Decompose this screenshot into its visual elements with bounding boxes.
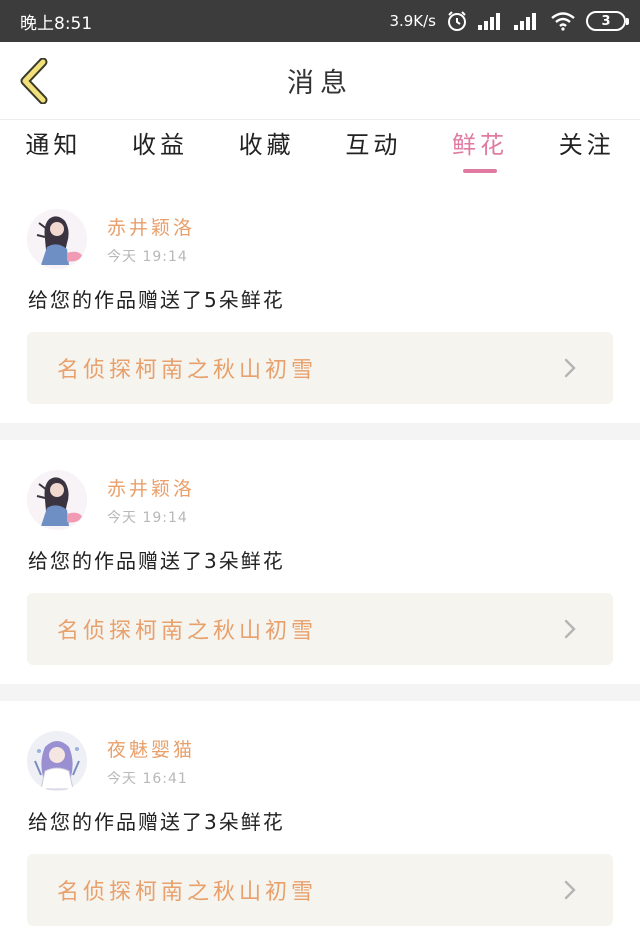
user-meta: 赤井颖洛 今天 19:14 — [107, 213, 195, 266]
tab-label: 关注 — [558, 131, 615, 159]
work-title: 名侦探柯南之秋山初雪 — [57, 358, 318, 383]
message-text: 给您的作品赠送了3朵鲜花 — [28, 810, 285, 834]
page-title: 消息 — [287, 68, 353, 99]
user-info[interactable]: 赤井颖洛 今天 19:14 — [27, 470, 195, 530]
tab-flowers[interactable]: 鲜花 — [427, 121, 534, 179]
alarm-icon — [446, 10, 468, 32]
net-speed: 3.9K/s — [389, 12, 436, 30]
signal-icon — [478, 12, 504, 30]
username[interactable]: 赤井颖洛 — [107, 213, 195, 240]
list-item: 夜魅婴猫 今天 16:41 给您的作品赠送了3朵鲜花 名侦探柯南之秋山初雪 — [0, 701, 640, 942]
tab-favorites[interactable]: 收藏 — [213, 121, 320, 179]
tab-label: 通知 — [25, 131, 82, 159]
tab-label: 收藏 — [238, 131, 295, 159]
timestamp: 今天 19:14 — [107, 248, 188, 265]
header: 消息 — [0, 42, 640, 120]
wifi-icon — [550, 11, 576, 31]
message-text: 给您的作品赠送了5朵鲜花 — [28, 288, 285, 312]
timestamp: 今天 19:14 — [107, 509, 188, 526]
chevron-right-icon — [563, 619, 583, 639]
tab-notice[interactable]: 通知 — [0, 121, 107, 179]
work-title: 名侦探柯南之秋山初雪 — [57, 880, 318, 905]
tab-bar: 通知 收益 收藏 互动 鲜花 关注 — [0, 121, 640, 179]
user-meta: 赤井颖洛 今天 19:14 — [107, 474, 195, 527]
chevron-left-icon — [20, 58, 48, 104]
battery-icon: 3 — [586, 11, 629, 31]
status-bar: 晚上8:51 3.9K/s 3 — [0, 0, 640, 42]
list-item: 赤井颖洛 今天 19:14 给您的作品赠送了5朵鲜花 名侦探柯南之秋山初雪 — [0, 179, 640, 423]
username[interactable]: 夜魅婴猫 — [107, 735, 195, 762]
divider — [0, 684, 640, 701]
tab-interaction[interactable]: 互动 — [320, 121, 427, 179]
active-tab-indicator — [463, 169, 498, 173]
chevron-right-icon — [563, 358, 583, 378]
chevron-right-icon — [563, 880, 583, 900]
user-meta: 夜魅婴猫 今天 16:41 — [107, 735, 195, 788]
message-list: 赤井颖洛 今天 19:14 给您的作品赠送了5朵鲜花 名侦探柯南之秋山初雪 赤井… — [0, 179, 640, 942]
user-info[interactable]: 赤井颖洛 今天 19:14 — [27, 209, 195, 269]
user-info[interactable]: 夜魅婴猫 今天 16:41 — [27, 731, 195, 791]
tab-label: 鲜花 — [452, 131, 509, 159]
work-link[interactable]: 名侦探柯南之秋山初雪 — [27, 332, 613, 404]
work-title: 名侦探柯南之秋山初雪 — [57, 619, 318, 644]
username[interactable]: 赤井颖洛 — [107, 474, 195, 501]
divider — [0, 423, 640, 440]
tab-label: 互动 — [345, 131, 402, 159]
status-time: 晚上8:51 — [20, 13, 93, 34]
signal-icon-2 — [514, 12, 540, 30]
avatar[interactable] — [27, 209, 87, 269]
tab-follow[interactable]: 关注 — [533, 121, 640, 179]
timestamp: 今天 16:41 — [107, 770, 188, 787]
tab-label: 收益 — [132, 131, 188, 159]
message-text: 给您的作品赠送了3朵鲜花 — [28, 549, 285, 573]
avatar[interactable] — [27, 470, 87, 530]
tab-earnings[interactable]: 收益 — [107, 121, 214, 179]
work-link[interactable]: 名侦探柯南之秋山初雪 — [27, 854, 613, 926]
status-right: 3.9K/s 3 — [389, 10, 629, 32]
back-button[interactable] — [14, 56, 54, 106]
avatar[interactable] — [27, 731, 87, 791]
list-item: 赤井颖洛 今天 19:14 给您的作品赠送了3朵鲜花 名侦探柯南之秋山初雪 — [0, 440, 640, 684]
work-link[interactable]: 名侦探柯南之秋山初雪 — [27, 593, 613, 665]
